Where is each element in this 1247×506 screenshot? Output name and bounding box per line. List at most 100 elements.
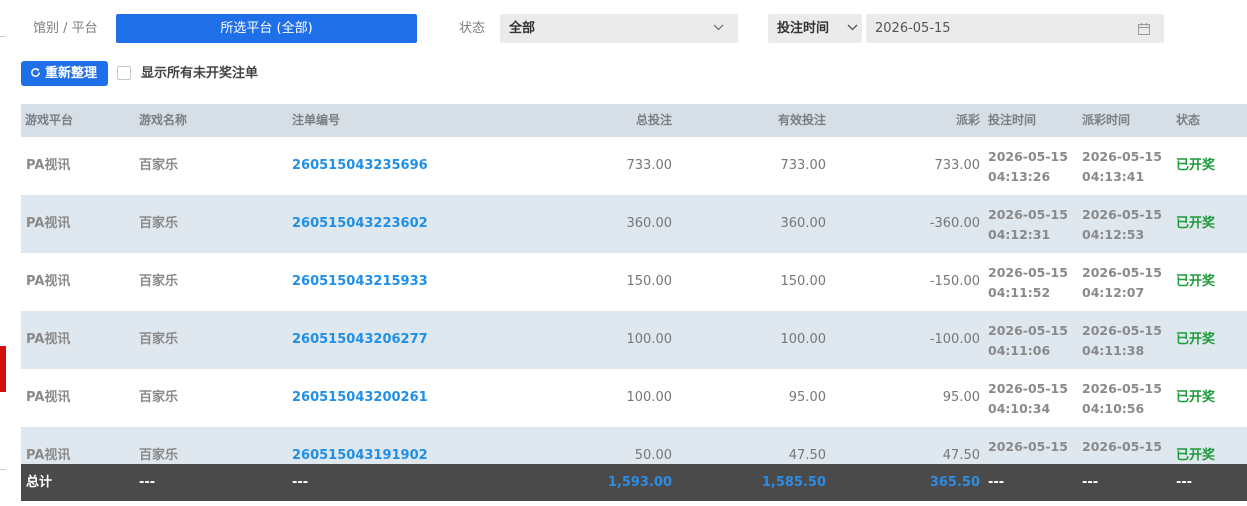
status-label: 状态 (459, 21, 486, 36)
status-select-value: 全部 (509, 21, 536, 36)
cell-bet-id-link[interactable]: 260515043223602 (292, 195, 428, 253)
calendar-icon (1138, 23, 1150, 35)
cell-total-bet: 100.00 (626, 332, 673, 347)
payout-date: 2026-05-15 (1082, 439, 1162, 454)
edge-divider (0, 469, 6, 470)
cell-payout-time: 2026-05-15 (1082, 437, 1162, 457)
cell-status: 已开奖 (1176, 216, 1216, 231)
cell-payout-time: 2026-05-15 04:10:56 (1082, 379, 1162, 419)
bet-date: 2026-05-15 (988, 149, 1068, 164)
bet-clock: 04:11:52 (988, 285, 1051, 300)
header-valid-bet: 有效投注 (777, 113, 826, 127)
bet-clock: 04:13:26 (988, 169, 1051, 184)
footer-payout-time: --- (1082, 475, 1099, 490)
refresh-label: 重新整理 (45, 66, 98, 81)
cell-total-bet: 150.00 (626, 274, 673, 289)
cell-status: 已开奖 (1176, 332, 1216, 347)
payout-date: 2026-05-15 (1082, 323, 1162, 338)
cell-valid-bet: 100.00 (780, 332, 827, 347)
cell-platform: PA视讯 (26, 448, 71, 463)
cell-payout: 733.00 (934, 158, 981, 173)
cell-platform: PA视讯 (26, 274, 71, 289)
bet-date: 2026-05-15 (988, 439, 1068, 454)
cell-status: 已开奖 (1176, 448, 1216, 463)
payout-date: 2026-05-15 (1082, 207, 1162, 222)
header-bet-id: 注单编号 (292, 113, 341, 127)
cell-bet-id-link[interactable]: 260515043215933 (292, 253, 428, 311)
cell-platform: PA视讯 (26, 216, 71, 231)
payout-clock: 04:12:07 (1082, 285, 1145, 300)
cell-bet-time: 2026-05-15 04:12:31 (988, 205, 1068, 245)
refresh-button[interactable]: 重新整理 (21, 61, 108, 86)
payout-date: 2026-05-15 (1082, 265, 1162, 280)
payout-date: 2026-05-15 (1082, 381, 1162, 396)
cell-bet-time: 2026-05-15 04:11:52 (988, 263, 1068, 303)
date-value: 2026-05-15 (875, 21, 951, 36)
table-header: 游戏平台 游戏名称 注单编号 总投注 有效投注 派彩 投注时间 派彩时间 状态 (21, 104, 1247, 137)
cell-game: 百家乐 (139, 158, 179, 173)
cell-bet-time: 2026-05-15 04:11:06 (988, 321, 1068, 361)
cell-payout: -150.00 (929, 274, 980, 289)
table-row: PA视讯 百家乐 260515043191902 50.00 47.50 47.… (21, 427, 1247, 464)
cell-valid-bet: 47.50 (788, 448, 826, 463)
cell-total-bet: 100.00 (626, 390, 673, 405)
cell-bet-id-link[interactable]: 260515043200261 (292, 369, 428, 427)
footer-status: --- (1176, 475, 1193, 490)
bet-clock: 04:12:31 (988, 227, 1051, 242)
platform-select-button[interactable]: 所选平台 (全部) (116, 14, 417, 43)
payout-clock: 04:12:53 (1082, 227, 1145, 242)
header-status: 状态 (1176, 113, 1201, 127)
chevron-down-icon (847, 14, 858, 43)
platform-label: 馆别 / 平台 (33, 21, 98, 36)
cell-payout-time: 2026-05-15 04:12:07 (1082, 263, 1162, 303)
side-marker (0, 346, 6, 392)
footer-total-bet: 1,593.00 (607, 475, 672, 490)
cell-bet-time: 2026-05-15 (988, 437, 1068, 457)
cell-platform: PA视讯 (26, 332, 71, 347)
cell-game: 百家乐 (139, 332, 179, 347)
show-unsettled-checkbox[interactable] (117, 66, 131, 80)
cell-valid-bet: 733.00 (780, 158, 827, 173)
status-select[interactable]: 全部 (500, 14, 738, 43)
refresh-icon (31, 68, 40, 77)
cell-bet-id-link[interactable]: 260515043206277 (292, 311, 428, 369)
cell-game: 百家乐 (139, 274, 179, 289)
cell-game: 百家乐 (139, 448, 179, 463)
cell-game: 百家乐 (139, 390, 179, 405)
header-platform: 游戏平台 (25, 113, 74, 127)
date-input[interactable]: 2026-05-15 (866, 14, 1164, 43)
cell-status: 已开奖 (1176, 274, 1216, 289)
cell-status: 已开奖 (1176, 390, 1216, 405)
table-row: PA视讯 百家乐 260515043215933 150.00 150.00 -… (21, 253, 1247, 311)
time-type-value: 投注时间 (777, 21, 830, 36)
table-footer-totals: 总计 --- --- 1,593.00 1,585.50 365.50 --- … (21, 464, 1247, 501)
payout-clock: 04:11:38 (1082, 343, 1145, 358)
footer-payout: 365.50 (929, 475, 980, 490)
payout-clock: 04:13:41 (1082, 169, 1145, 184)
cell-payout: 47.50 (942, 448, 980, 463)
cell-bet-time: 2026-05-15 04:13:26 (988, 147, 1068, 187)
footer-label: 总计 (26, 475, 53, 490)
header-payout-time: 派彩时间 (1082, 113, 1131, 127)
header-total-bet: 总投注 (635, 113, 672, 127)
time-type-select[interactable]: 投注时间 (768, 14, 862, 43)
bet-date: 2026-05-15 (988, 265, 1068, 280)
footer-bet-time: --- (988, 475, 1005, 490)
cell-status: 已开奖 (1176, 158, 1216, 173)
cell-total-bet: 733.00 (626, 158, 673, 173)
cell-payout: -100.00 (929, 332, 980, 347)
cell-total-bet: 50.00 (634, 448, 672, 463)
cell-bet-id-link[interactable]: 260515043191902 (292, 427, 428, 464)
bet-date: 2026-05-15 (988, 381, 1068, 396)
table-row: PA视讯 百家乐 260515043235696 733.00 733.00 7… (21, 137, 1247, 195)
cell-payout-time: 2026-05-15 04:12:53 (1082, 205, 1162, 245)
cell-total-bet: 360.00 (626, 216, 673, 231)
table-row: PA视讯 百家乐 260515043206277 100.00 100.00 -… (21, 311, 1247, 369)
header-bet-time: 投注时间 (988, 113, 1037, 127)
cell-valid-bet: 150.00 (780, 274, 827, 289)
cell-game: 百家乐 (139, 216, 179, 231)
table-body: PA视讯 百家乐 260515043235696 733.00 733.00 7… (21, 137, 1247, 464)
filter-bar: 馆别 / 平台 所选平台 (全部) 状态 全部 投注时间 2026-05-15 (0, 14, 1247, 43)
table-row: PA视讯 百家乐 260515043200261 100.00 95.00 95… (21, 369, 1247, 427)
cell-bet-id-link[interactable]: 260515043235696 (292, 137, 428, 195)
